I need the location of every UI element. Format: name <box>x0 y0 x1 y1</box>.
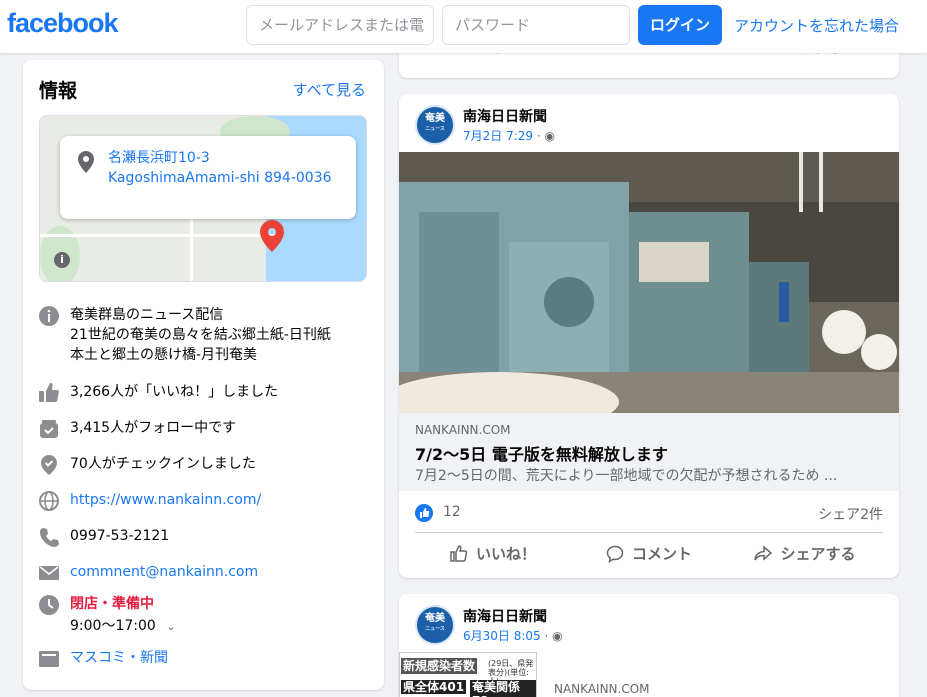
share-icon <box>754 545 773 561</box>
post-actions: いいね！ コメント シェアする <box>415 538 883 570</box>
page-name[interactable]: 南海日日新聞 <box>463 106 547 126</box>
reactions-bar: 12 シェア2件 <box>415 502 883 526</box>
info-icon <box>38 305 60 327</box>
checkin-icon <box>38 454 60 476</box>
post-timestamp[interactable]: 6月30日 8:05 · ◉ <box>463 627 563 644</box>
post-card: 奄美 ニュース 南海日日新聞 6月30日 8:05 · ◉ 新規感染者数 (29… <box>399 594 899 697</box>
followers-text: 3,415人がフォロー中です <box>70 420 237 436</box>
reaction-count[interactable]: 12 <box>443 504 461 520</box>
share-count[interactable]: シェア2件 <box>818 504 883 524</box>
like-button[interactable]: いいね！ <box>415 538 571 570</box>
globe-icon <box>38 490 60 512</box>
page-avatar[interactable]: 奄美 ニュース <box>415 105 455 145</box>
password-input[interactable]: パスワード <box>442 5 630 45</box>
thumbs-up-icon <box>38 382 60 404</box>
top-navigation-bar: facebook メールアドレスまたは電 パスワード ログイン アカウントを忘れ… <box>0 0 927 53</box>
link-preview[interactable]: NANKAINN.COM 7/2〜5日 電子版を無料解放します 7月2〜5日の間… <box>399 413 899 491</box>
info-title: 情報 <box>39 80 78 102</box>
post-timestamp[interactable]: 7月2日 7:29 · ◉ <box>463 127 555 144</box>
post-image-printing-press[interactable] <box>399 152 899 413</box>
clock-icon <box>38 594 60 616</box>
category-link[interactable]: マスコミ・新聞 <box>70 648 370 668</box>
thumbnail-amami-count: 奄美関係73 <box>470 680 536 697</box>
email-input[interactable]: メールアドレスまたは電 <box>246 5 434 45</box>
checkins-text: 70人がチェックインしました <box>70 456 256 472</box>
link-title: 7/2〜5日 電子版を無料解放します <box>415 445 668 464</box>
hours-text: 9:00〜17:00 <box>70 618 156 634</box>
newspaper-icon <box>38 648 60 670</box>
page-name[interactable]: 南海日日新聞 <box>463 606 547 626</box>
post-card: 奄美 ニュース 南海日日新聞 7月2日 7:29 · ◉ NANKAINN.CO… <box>399 94 899 578</box>
map-address-popup: 名瀬長浜町10-3 KagoshimaAmami-shi 894-0036 <box>60 136 356 219</box>
share-button[interactable]: シェアする <box>727 538 883 570</box>
map-road <box>40 234 280 237</box>
follow-icon <box>38 418 60 440</box>
description-line: 21世紀の奄美の島々を結ぶ郷土紙-日刊紙 <box>70 327 331 343</box>
thumbnail-prefecture-count: 県全体401 <box>401 680 467 694</box>
map-info-icon[interactable]: i <box>54 252 70 268</box>
comment-label: コメント <box>631 545 692 563</box>
like-label: いいね！ <box>475 545 536 563</box>
email-link[interactable]: commnent@nankainn.com <box>70 562 370 582</box>
forgot-account-link[interactable]: アカウントを忘れた場合 <box>734 15 899 36</box>
link-description: 7月2〜5日の間、荒天により一部地域での欠配が予想されるため ... <box>415 468 838 484</box>
hours-row: 閉店・準備中 9:00〜17:00 ⌄ <box>38 594 368 638</box>
map-marker-icon <box>260 220 284 256</box>
login-button[interactable]: ログイン <box>638 5 722 45</box>
like-reaction-icon[interactable] <box>415 504 433 522</box>
envelope-icon <box>38 562 60 584</box>
avatar-subtext: ニュース <box>425 126 445 132</box>
location-map[interactable]: 名瀬長浜町10-3 KagoshimaAmami-shi 894-0036 i <box>39 115 367 282</box>
post-date: 6月30日 8:05 · <box>463 629 549 643</box>
avatar-text: 奄美 <box>425 613 445 624</box>
phone-icon <box>38 526 60 548</box>
link-domain: NANKAINN.COM <box>415 423 511 437</box>
hours-dropdown[interactable]: 9:00〜17:00 ⌄ <box>70 616 370 637</box>
link-domain: NANKAINN.COM <box>554 682 650 696</box>
website-link[interactable]: https://www.nankainn.com/ <box>70 490 370 510</box>
globe-icon: ◉ <box>552 629 563 643</box>
page-avatar[interactable]: 奄美 ニュース <box>415 605 455 645</box>
avatar-text: 奄美 <box>425 113 445 124</box>
location-pin-icon <box>78 151 94 177</box>
thumbs-up-icon <box>450 545 468 562</box>
phone-text: 0997-53-2121 <box>70 528 170 544</box>
about-description: 奄美群島のニュース配信 21世紀の奄美の島々を結ぶ郷土紙-日刊紙 本土と郷土の懸… <box>38 305 368 365</box>
divider <box>415 532 883 533</box>
map-road <box>190 216 193 281</box>
thumbnail-heading: 新規感染者数 <box>401 658 478 674</box>
avatar-subtext: ニュース <box>425 626 445 632</box>
see-all-link[interactable]: すべて見る <box>293 79 366 100</box>
hours-status: 閉店・準備中 <box>70 596 154 612</box>
comment-button[interactable]: コメント <box>571 538 727 570</box>
facebook-logo[interactable]: facebook <box>7 8 119 39</box>
share-label: シェアする <box>780 545 856 563</box>
description-line: 本土と郷土の懸け橋-月刊奄美 <box>70 347 258 363</box>
info-card: 情報 すべて見る 名瀬長浜町10-3 KagoshimaAmami-shi 89… <box>23 60 384 690</box>
description-line: 奄美群島のニュース配信 <box>70 307 224 323</box>
globe-icon: ◉ <box>544 129 555 143</box>
chevron-down-icon: ⌄ <box>166 620 176 633</box>
likes-text: 3,266人が「いいね！」しました <box>70 384 279 400</box>
post-date: 7月2日 7:29 · <box>463 129 541 143</box>
map-address[interactable]: 名瀬長浜町10-3 KagoshimaAmami-shi 894-0036 <box>108 148 338 188</box>
link-thumbnail[interactable]: 新規感染者数 (29日、県発表分)(単位:人) 県全体401 奄美関係73 <box>399 652 537 697</box>
comment-icon <box>606 545 624 564</box>
